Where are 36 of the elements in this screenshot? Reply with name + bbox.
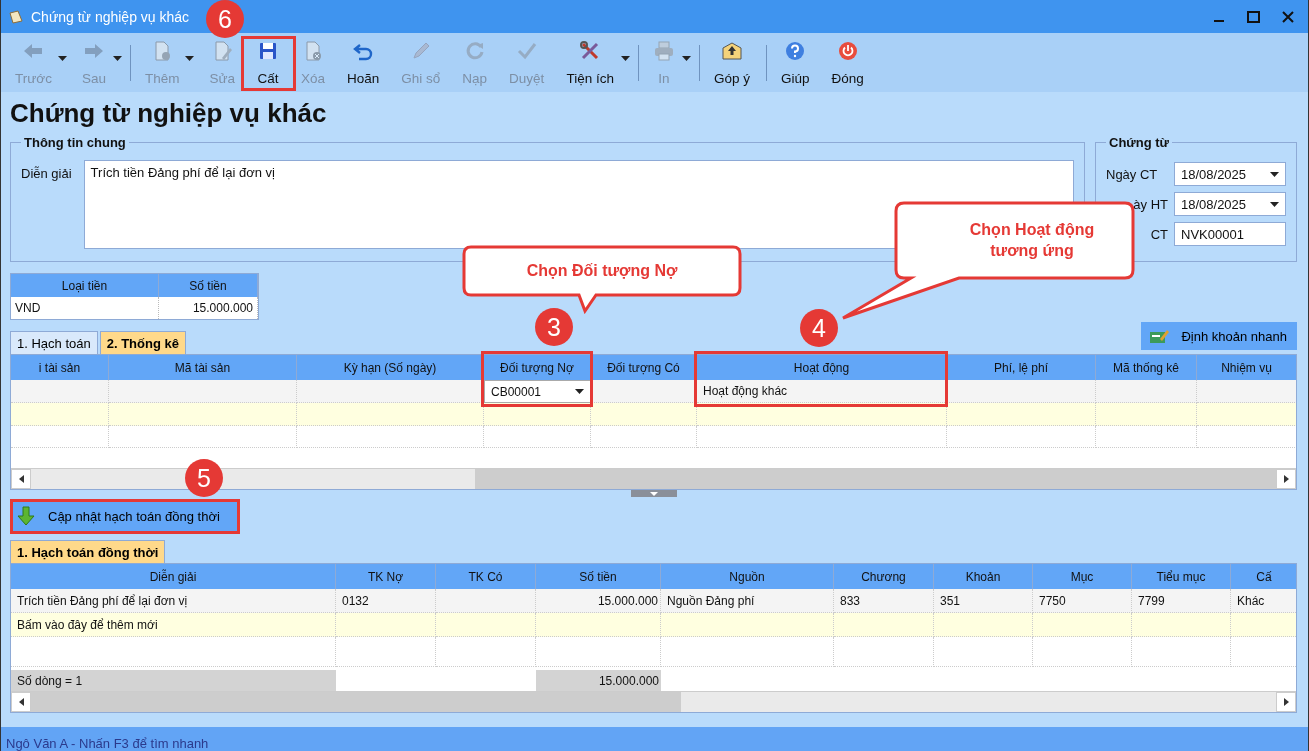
column-header: Số tiền	[536, 564, 661, 589]
column-header: Loại tiền	[11, 274, 159, 297]
column-header: Hoạt động	[697, 355, 947, 380]
field-label: CT	[1150, 226, 1169, 242]
column-header: Số tiền	[159, 274, 258, 297]
column-header: Khoản	[934, 564, 1033, 589]
window-title: Chứng từ nghiệp vụ khác	[31, 8, 190, 25]
summary-cell: Số dòng = 1	[11, 670, 336, 691]
column-header: Mã thống kê	[1096, 355, 1197, 380]
column-header: TK Có	[436, 564, 536, 589]
column-header: Đối tượng Có	[591, 355, 697, 380]
column-header: Nguồn	[661, 564, 834, 589]
table-cell: 15.000.000	[159, 297, 258, 319]
panel-legend: Chứng từ	[1106, 135, 1172, 150]
summary-cell: 15.000.000	[536, 670, 661, 691]
callout-tooltip: Chọn Đối tượng Nợ	[461, 244, 743, 314]
column-header: Đối tượng Nợ	[484, 355, 591, 380]
column-header: Tiểu mục	[1132, 564, 1231, 589]
column-header: Mục	[1033, 564, 1132, 589]
panel-legend: Thông tin chung	[21, 135, 129, 150]
column-header: Nhiệm vụ	[1197, 355, 1296, 380]
table-cell: VND	[11, 297, 159, 319]
column-header: Diễn giải	[11, 564, 336, 589]
column-header: Phí, lệ phí	[947, 355, 1096, 380]
column-header: TK Nợ	[336, 564, 436, 589]
page-heading: Chứng từ nghiệp vụ khác	[10, 97, 328, 130]
field-label: Diễn giải	[21, 165, 72, 181]
status-text: Ngô Văn A - Nhấn F3 để tìm nhanh	[6, 736, 209, 751]
column-header: Chương	[834, 564, 934, 589]
column-header: Mã tài sản	[109, 355, 297, 380]
column-header: Kỳ hạn (Số ngày)	[297, 355, 484, 380]
field-label: Ngày CT	[1106, 166, 1159, 182]
column-header: Cấ	[1231, 564, 1296, 589]
step-marker: 4	[800, 309, 838, 347]
column-header: i tài sản	[11, 355, 109, 380]
step-marker: 3	[535, 308, 573, 346]
